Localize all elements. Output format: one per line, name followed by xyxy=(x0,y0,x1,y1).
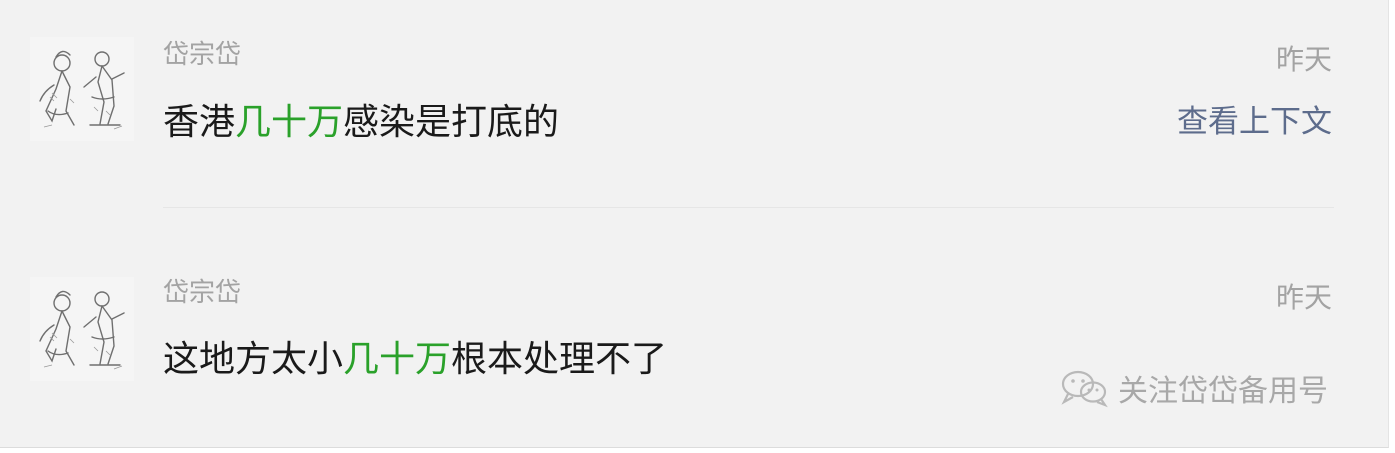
avatar-sketch-image xyxy=(30,37,134,141)
avatar[interactable] xyxy=(30,37,134,141)
message-time: 昨天 xyxy=(1275,43,1332,76)
view-context-link[interactable]: 查看上下文 xyxy=(1177,104,1332,140)
search-highlight: 几十万 xyxy=(235,102,344,143)
author-name[interactable]: 岱宗岱 xyxy=(163,40,241,70)
message-text: 这地方太小几十万根本处理不了 xyxy=(163,338,667,382)
watermark: 关注岱岱备用号 xyxy=(1058,366,1328,410)
message-text-after: 根本处理不了 xyxy=(451,339,668,380)
message-time: 昨天 xyxy=(1275,281,1332,314)
chat-message[interactable]: 岱宗岱 昨天 这地方太小几十万根本处理不了 xyxy=(0,208,1388,447)
author-name[interactable]: 岱宗岱 xyxy=(163,278,241,308)
wechat-icon xyxy=(1061,370,1108,408)
message-text-after: 感染是打底的 xyxy=(343,102,560,143)
message-text-before: 香港 xyxy=(163,102,236,143)
watermark-text: 关注岱岱备用号 xyxy=(1118,374,1328,409)
message-text: 香港几十万感染是打底的 xyxy=(163,101,559,145)
message-text-before: 这地方太小 xyxy=(163,339,344,380)
search-highlight: 几十万 xyxy=(343,339,452,380)
avatar[interactable] xyxy=(30,277,134,381)
avatar-sketch-image xyxy=(30,277,134,381)
chat-message[interactable]: 岱宗岱 昨天 香港几十万感染是打底的 查看上下文 xyxy=(0,0,1388,207)
search-results-panel: 岱宗岱 昨天 香港几十万感染是打底的 查看上下文 岱宗岱 昨天 这地方太小几十万… xyxy=(0,0,1389,448)
